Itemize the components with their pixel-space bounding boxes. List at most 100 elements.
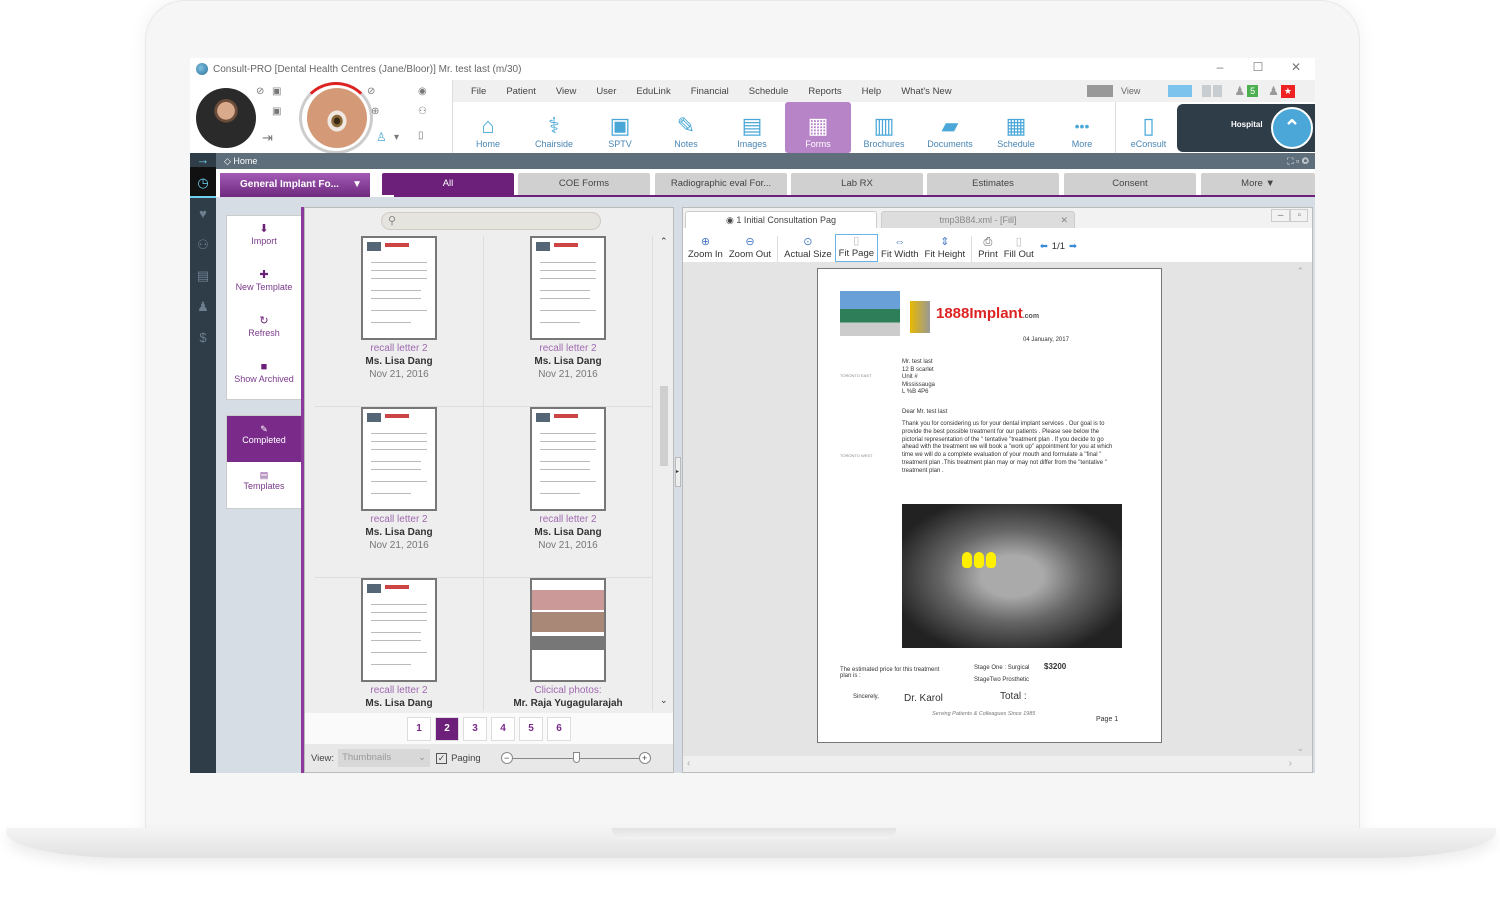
slider-knob[interactable]	[572, 752, 580, 763]
thumbnail-item[interactable]: recall letter 2 Ms. Lisa Dang Nov 21, 20…	[484, 407, 653, 578]
zoom-in-button[interactable]: ⊕ Zoom In	[685, 236, 726, 262]
vertical-scrollbar[interactable]: ⌃ ⌄	[659, 236, 669, 706]
thumbnail-item[interactable]: recall letter 2 Ms. Lisa Dang Nov 21, 20…	[315, 407, 484, 578]
completed-button[interactable]: ✎ Completed	[227, 416, 301, 462]
tab-radiographic[interactable]: Radiographic eval For...	[655, 173, 787, 195]
search-input[interactable]: ⚲	[381, 212, 601, 230]
documents-icon[interactable]: ▤	[190, 260, 216, 291]
templates-button[interactable]: ▤ Templates	[227, 462, 301, 508]
view-select[interactable]: Thumbnails ⌄	[338, 749, 431, 767]
page-5[interactable]: 5	[519, 717, 543, 741]
thumbnail-item[interactable]: Clicical photos: Mr. Raja Yugagularajah	[484, 578, 653, 711]
thumbnail-item[interactable]: recall letter 2 Ms. Lisa Dang Nov 21, 20…	[315, 236, 484, 407]
fill-out-button[interactable]: ▯ Fill Out	[1001, 236, 1037, 262]
billing-icon[interactable]: $	[190, 322, 216, 353]
heart-icon[interactable]: ♥	[190, 198, 216, 229]
page-3[interactable]: 3	[463, 717, 487, 741]
menu-schedule[interactable]: Schedule	[749, 86, 789, 97]
scroll-left-icon[interactable]: ‹	[687, 758, 690, 769]
menu-file[interactable]: File	[471, 86, 486, 97]
zoom-out-icon[interactable]: −	[500, 752, 513, 764]
patient-icon[interactable]: ♙	[376, 130, 387, 144]
scroll-up-icon[interactable]: ⌃	[660, 236, 668, 247]
tab-lab-rx[interactable]: Lab RX	[791, 173, 923, 195]
menu-user[interactable]: User	[596, 86, 616, 97]
window-tools-icons[interactable]: ⛶ ▫ ◎	[1287, 153, 1309, 169]
tab-all[interactable]: All	[382, 173, 514, 195]
menu-financial[interactable]: Financial	[691, 86, 729, 97]
menu-view[interactable]: View	[556, 86, 576, 97]
horizontal-scrollbar[interactable]: ‹ ›	[683, 756, 1312, 772]
eye-icon[interactable]: ◉	[418, 86, 427, 97]
menu-patient[interactable]: Patient	[506, 86, 536, 97]
camera-icon[interactable]: ▣	[272, 106, 281, 117]
tool-more[interactable]: ••• More	[1049, 102, 1115, 153]
alert-icon[interactable]: ★	[1280, 84, 1295, 98]
tool-home[interactable]: ⌂ Home	[455, 102, 521, 153]
fit-height-button[interactable]: ⇕ Fit Height	[922, 236, 969, 262]
scroll-thumb[interactable]	[660, 386, 668, 466]
refresh-button[interactable]: ↻ Refresh	[227, 314, 301, 354]
show-archived-button[interactable]: ■ Show Archived	[227, 360, 301, 400]
contacts-icon[interactable]: ♟	[190, 291, 216, 322]
chevron-down-icon[interactable]: ▾	[394, 132, 399, 143]
hospital-button[interactable]: Hospital ⌃	[1177, 104, 1315, 152]
notification-badge[interactable]: 5	[1247, 85, 1259, 97]
next-page-icon[interactable]: ➡	[1069, 241, 1077, 252]
thumbnail-item[interactable]: recall letter 2 Ms. Lisa Dang	[315, 578, 484, 711]
collapse-handle[interactable]: ▸	[675, 457, 681, 487]
tool-notes[interactable]: ✎ Notes	[653, 102, 719, 153]
phone-icon[interactable]: ▯	[418, 130, 424, 141]
paging-checkbox[interactable]: ✓	[436, 752, 448, 764]
block-icon[interactable]: ⊘	[256, 86, 264, 97]
scroll-down-icon[interactable]: ⌄	[1296, 743, 1304, 754]
page-1[interactable]: 1	[407, 717, 431, 741]
page-6[interactable]: 6	[547, 717, 571, 741]
print-button[interactable]: ⎙ Print	[975, 236, 1001, 262]
new-template-button[interactable]: ✚ New Template	[227, 268, 301, 308]
history-icon[interactable]: ◷	[190, 167, 216, 198]
menu-whats-new[interactable]: What's New	[901, 86, 951, 97]
layout-single-icon[interactable]	[1087, 85, 1114, 97]
patient-avatar[interactable]	[307, 88, 367, 148]
referral-icon[interactable]: ⚇	[190, 229, 216, 260]
scroll-down-icon[interactable]: ⌄	[660, 695, 668, 706]
viewer-tab-active[interactable]: ◉ 1 Initial Consultation Pag	[685, 211, 877, 228]
breadcrumb[interactable]: Home	[233, 156, 257, 166]
menu-edulink[interactable]: EduLink	[636, 86, 670, 97]
viewer-maximize-button[interactable]: ▫	[1290, 209, 1308, 222]
tool-econsult[interactable]: ▯ eConsult	[1115, 102, 1181, 153]
expand-arrow-icon[interactable]: →	[190, 153, 216, 167]
actual-size-button[interactable]: ⊙ Actual Size	[781, 236, 835, 262]
users-online-icon[interactable]: ♟	[1234, 84, 1245, 98]
fit-page-button[interactable]: ▯ Fit Page	[834, 234, 879, 262]
minimize-button[interactable]: –	[1201, 58, 1239, 80]
tool-chairside[interactable]: ⚕ Chairside	[521, 102, 587, 153]
maximize-button[interactable]: ☐	[1239, 58, 1277, 80]
tool-forms[interactable]: ▦ Forms	[785, 102, 851, 153]
logout-icon[interactable]: ⇥	[262, 130, 273, 146]
fit-width-button[interactable]: ⇔ Fit Width	[878, 236, 921, 262]
zoom-out-button[interactable]: ⊖ Zoom Out	[726, 236, 774, 262]
scroll-right-icon[interactable]: ›	[1289, 756, 1292, 772]
doctor-avatar[interactable]	[196, 88, 256, 148]
users-icon[interactable]: ⚇	[418, 106, 427, 117]
tool-brochures[interactable]: ▥ Brochures	[851, 102, 917, 153]
tab-consent[interactable]: Consent	[1064, 173, 1196, 195]
template-select[interactable]: General Implant Fo... ▼	[220, 173, 370, 197]
tool-sptv[interactable]: ▣ SPTV	[587, 102, 653, 153]
zoom-in-icon[interactable]: +	[638, 752, 651, 764]
layout-split-icon[interactable]	[1202, 85, 1223, 97]
camera-icon[interactable]: ▣	[272, 86, 281, 97]
user-icon[interactable]: ♟	[1268, 84, 1279, 98]
scroll-up-icon[interactable]: ⌃	[1296, 266, 1304, 277]
import-button[interactable]: ⬇ Import	[227, 222, 301, 262]
tab-estimates[interactable]: Estimates	[927, 173, 1059, 195]
tool-schedule[interactable]: ▦ Schedule	[983, 102, 1049, 153]
tool-images[interactable]: ▤ Images	[719, 102, 785, 153]
prev-page-icon[interactable]: ⬅	[1040, 241, 1048, 252]
tab-coe-forms[interactable]: COE Forms	[518, 173, 650, 195]
thumbnail-item[interactable]: recall letter 2 Ms. Lisa Dang Nov 21, 20…	[484, 236, 653, 407]
layout-wide-icon[interactable]	[1168, 85, 1193, 97]
viewer-tab-inactive[interactable]: tmp3B84.xml - [Fill] ✕	[881, 211, 1075, 228]
